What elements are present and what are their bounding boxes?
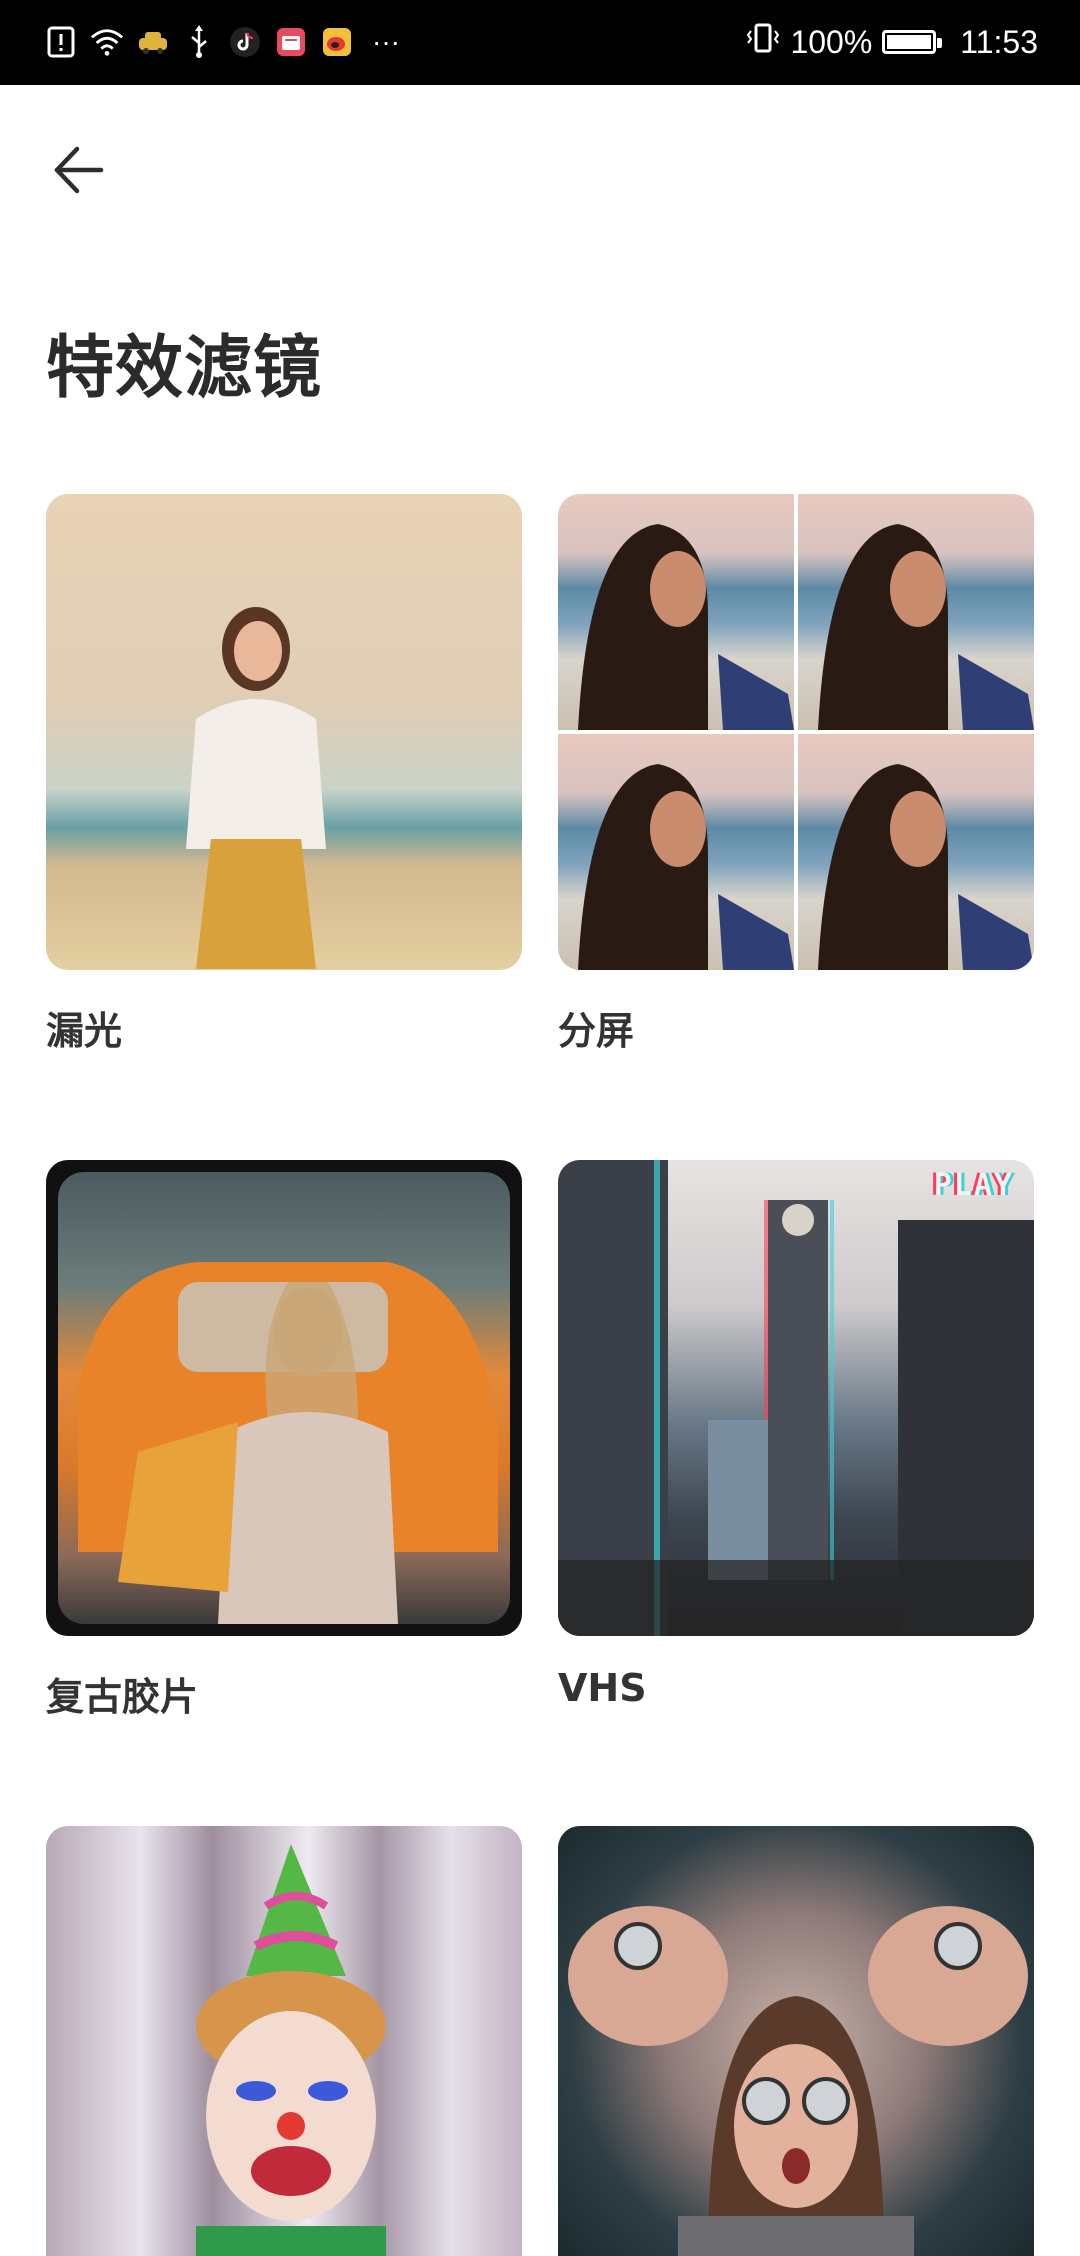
status-bar-system: 100% 11:53 xyxy=(746,20,1038,64)
split-portraits xyxy=(578,524,1034,970)
filter-label: VHS xyxy=(558,1666,647,1710)
status-bar: ··· 100% 11:53 xyxy=(0,0,1080,85)
filter-thumbnail xyxy=(558,494,1034,970)
filter-label: 漏光 xyxy=(46,1009,123,1053)
filter-label: 分屏 xyxy=(558,1009,635,1053)
battery-icon xyxy=(882,30,943,54)
shopping-icon xyxy=(274,25,308,59)
tiktok-icon xyxy=(228,25,262,59)
filter-card-clown[interactable] xyxy=(46,1826,522,2256)
filter-card-light-leak[interactable]: 漏光 xyxy=(46,494,522,1055)
arrow-left-icon xyxy=(54,146,104,194)
more-dots-icon: ··· xyxy=(372,26,400,57)
filter-thumbnail xyxy=(46,494,522,970)
usb-icon xyxy=(182,25,216,59)
status-time: 11:53 xyxy=(960,23,1038,60)
filter-card-retro-film[interactable]: 复古胶片 xyxy=(46,1160,522,1721)
kaleidoscope-faces-illustration xyxy=(568,1906,1028,2256)
filter-card-kaleidoscope[interactable] xyxy=(558,1826,1034,2256)
page-title: 特效滤镜 xyxy=(46,329,323,408)
weibo-icon xyxy=(320,25,354,59)
filter-thumbnail xyxy=(46,1160,522,1636)
wifi-icon xyxy=(90,25,124,59)
city-tower-illustration xyxy=(558,1160,1034,1636)
back-button[interactable] xyxy=(46,138,110,202)
filter-card-split-screen[interactable]: 分屏 xyxy=(558,494,1034,1055)
alert-icon xyxy=(44,25,78,59)
filter-label: 复古胶片 xyxy=(46,1675,199,1719)
vibrate-icon xyxy=(746,21,780,63)
filter-thumbnail xyxy=(558,1826,1034,2256)
taxi-app-icon xyxy=(136,25,170,59)
filter-card-vhs[interactable]: PLAY VHS xyxy=(558,1160,1034,1710)
filter-thumbnail xyxy=(46,1826,522,2256)
clown-kid-illustration xyxy=(196,1844,386,2256)
person-illustration xyxy=(186,607,326,969)
film-frame xyxy=(58,1172,510,1624)
filter-thumbnail: PLAY xyxy=(558,1160,1034,1636)
status-bar-notifications: ··· xyxy=(44,20,406,64)
vhs-play-overlay: PLAY xyxy=(933,1168,1014,1203)
car-illustration xyxy=(78,1262,498,1624)
battery-percent: 100% xyxy=(790,23,873,60)
